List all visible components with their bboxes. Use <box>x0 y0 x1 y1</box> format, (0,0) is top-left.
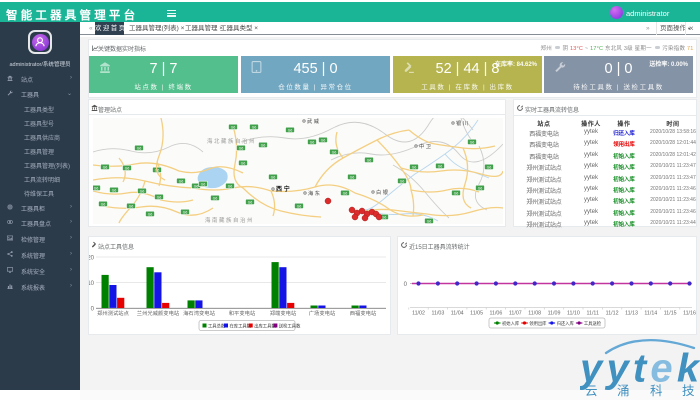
svg-text:领用出库: 领用出库 <box>529 320 547 327</box>
svg-text:G6: G6 <box>367 159 372 163</box>
svg-text:G6: G6 <box>179 180 184 184</box>
svg-text:G6: G6 <box>470 141 475 145</box>
svg-text:11/14: 11/14 <box>644 311 657 317</box>
svg-text:初始入库: 初始入库 <box>502 320 520 327</box>
svg-text:归还入库: 归还入库 <box>557 320 575 327</box>
svg-text:G6: G6 <box>248 201 253 205</box>
svg-text:技: 技 <box>682 384 695 398</box>
svg-text:11/13: 11/13 <box>625 311 638 317</box>
svg-text:G6: G6 <box>252 126 257 130</box>
svg-text:G6: G6 <box>183 211 188 215</box>
svg-text:G6: G6 <box>201 183 206 187</box>
svg-text:11/07: 11/07 <box>509 311 522 317</box>
svg-text:G6: G6 <box>310 141 315 145</box>
svg-text:11/15: 11/15 <box>664 311 677 317</box>
svg-text:西福变电站: 西福变电站 <box>350 309 377 317</box>
svg-text:G6: G6 <box>438 165 443 169</box>
svg-text:中卫: 中卫 <box>419 142 433 150</box>
svg-text:G6: G6 <box>231 126 236 130</box>
svg-text:海东: 海东 <box>308 189 322 197</box>
svg-text:G6: G6 <box>288 129 293 133</box>
svg-text:G6: G6 <box>239 147 244 151</box>
svg-text:G6: G6 <box>343 192 348 196</box>
svg-text:G6: G6 <box>321 139 326 143</box>
svg-text:G6: G6 <box>94 187 99 191</box>
svg-text:11/12: 11/12 <box>606 311 619 317</box>
svg-text:兰州光威颜变电站: 兰州光威颜变电站 <box>137 309 180 317</box>
svg-text:武威: 武威 <box>307 118 321 125</box>
svg-text:云: 云 <box>585 384 598 398</box>
svg-text:10: 10 <box>89 281 95 287</box>
svg-text:G6: G6 <box>454 192 459 196</box>
svg-text:G6: G6 <box>297 205 302 209</box>
svg-text:G6: G6 <box>261 144 266 148</box>
svg-text:11/09: 11/09 <box>548 311 561 317</box>
svg-text:G6: G6 <box>382 216 387 220</box>
svg-text:G6: G6 <box>137 147 142 151</box>
svg-text:白银: 白银 <box>376 188 390 196</box>
svg-text:工具送检: 工具送检 <box>584 320 602 327</box>
svg-text:11/11: 11/11 <box>586 311 599 317</box>
svg-text:G6: G6 <box>487 166 492 170</box>
svg-text:郑州测试站点: 郑州测试站点 <box>97 309 129 317</box>
svg-text:西宁: 西宁 <box>276 185 292 193</box>
svg-text:广场变电站: 广场变电站 <box>309 309 336 317</box>
svg-text:G6: G6 <box>140 190 145 194</box>
svg-text:科: 科 <box>650 384 663 398</box>
svg-text:G6: G6 <box>101 203 106 207</box>
svg-text:G6: G6 <box>427 220 432 224</box>
svg-text:海石湾变电站: 海石湾变电站 <box>183 309 215 317</box>
svg-text:G6: G6 <box>213 197 218 201</box>
svg-text:11/03: 11/03 <box>431 311 444 317</box>
svg-text:G6: G6 <box>129 205 134 209</box>
svg-text:海南藏族自治州: 海南藏族自治州 <box>205 216 254 224</box>
svg-text:在库工具数: 在库工具数 <box>230 322 252 329</box>
svg-text:11/04: 11/04 <box>451 311 464 317</box>
svg-text:20: 20 <box>89 256 95 262</box>
svg-text:11/08: 11/08 <box>528 311 541 317</box>
svg-text:G6: G6 <box>241 162 246 166</box>
svg-text:银川: 银川 <box>456 119 470 127</box>
svg-text:0: 0 <box>91 307 95 313</box>
svg-text:出库工具数: 出库工具数 <box>254 322 276 329</box>
svg-text:11/10: 11/10 <box>567 311 580 317</box>
svg-text:G6: G6 <box>194 185 199 189</box>
svg-text:送检工具数: 送检工具数 <box>279 322 301 329</box>
svg-text:G6: G6 <box>157 196 162 200</box>
svg-text:0: 0 <box>404 282 408 288</box>
svg-text:G6: G6 <box>125 167 130 171</box>
svg-text:G6: G6 <box>271 176 276 180</box>
svg-text:11/05: 11/05 <box>470 311 483 317</box>
svg-text:工具总数: 工具总数 <box>208 322 226 329</box>
svg-text:G6: G6 <box>103 166 108 170</box>
svg-text:G6: G6 <box>148 213 153 217</box>
svg-text:G6: G6 <box>332 151 337 155</box>
svg-text:G6: G6 <box>112 189 117 193</box>
svg-text:G6: G6 <box>400 180 405 184</box>
svg-text:海北藏族自治州: 海北藏族自治州 <box>207 137 256 145</box>
svg-text:郑端变电站: 郑端变电站 <box>270 309 297 317</box>
svg-text:11/06: 11/06 <box>489 311 502 317</box>
svg-text:和平变电站: 和平变电站 <box>229 309 256 317</box>
svg-text:涌: 涌 <box>617 383 630 398</box>
svg-text:G6: G6 <box>350 176 355 180</box>
svg-text:G6: G6 <box>228 185 233 189</box>
svg-text:11/02: 11/02 <box>412 311 425 317</box>
svg-text:G6: G6 <box>412 166 417 170</box>
svg-text:11/16: 11/16 <box>683 311 696 317</box>
svg-text:G6: G6 <box>478 187 483 191</box>
